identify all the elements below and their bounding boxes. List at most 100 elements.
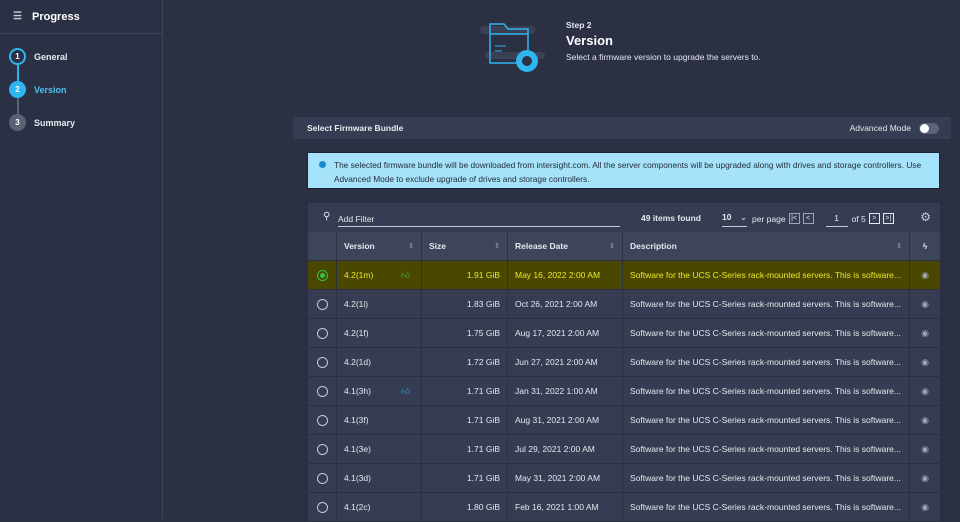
column-release-date[interactable]: Release Date ⇕ [508,232,623,260]
date-cell: May 31, 2021 2:00 AM [515,473,601,483]
page-header: Step 2 Version Select a firmware version… [566,20,761,62]
sort-icon: ⇕ [494,243,500,250]
sort-icon: ⇕ [896,243,902,250]
last-page-button[interactable]: >| [882,213,894,224]
view-eye-icon[interactable]: ◉ [921,270,929,281]
view-eye-icon[interactable]: ◉ [921,299,929,310]
step-number: 1 [9,48,26,65]
date-cell: Aug 31, 2021 2:00 AM [515,415,600,425]
description-cell: Software for the UCS C-Series rack-mount… [630,415,901,425]
size-cell: 1.75 GiB [466,328,500,338]
page-count: of 5 [851,213,866,224]
sort-icon: ⇕ [408,243,414,250]
column-size[interactable]: Size ⇕ [422,232,508,260]
view-eye-icon[interactable]: ◉ [921,473,929,484]
collapse-menu-icon[interactable]: ☰ [13,11,24,22]
table-row[interactable]: 4.2(1f) 1.75 GiB Aug 17, 2021 2:00 AM So… [308,319,940,348]
view-eye-icon[interactable]: ◉ [921,444,929,455]
table-header: Version ⇕ Size ⇕ Release Date ⇕ Description… [308,232,940,261]
step-general[interactable]: 1 General [9,48,68,65]
next-page-button[interactable]: > [868,213,880,224]
row-radio[interactable] [316,327,328,339]
version-cell: 4.1(3h) [344,386,371,396]
date-cell: Feb 16, 2021 1:00 AM [515,502,599,512]
firmware-bundle-bar: Select Firmware Bundle Advanced Mode [293,117,951,139]
progress-sidebar: ☰ Progress 1 General 2 Version 3 Summary [0,0,163,519]
version-cell: 4.2(1i) [344,299,369,309]
info-icon [319,161,326,168]
chevron-down-icon: ⌄ [739,212,747,222]
view-eye-icon[interactable]: ◉ [921,502,929,513]
size-cell: 1.71 GiB [466,415,500,425]
table-row[interactable]: 4.1(3d) 1.71 GiB May 31, 2021 2:00 AM So… [308,464,940,493]
advanced-mode-label: Advanced Mode [849,123,911,133]
step-label: General [34,51,68,62]
view-eye-icon[interactable]: ◉ [921,415,929,426]
description-cell: Software for the UCS C-Series rack-mount… [630,473,901,483]
version-cell: 4.1(3d) [344,473,371,483]
column-version[interactable]: Version ⇕ [337,232,422,260]
per-page-select[interactable]: 10 ⌄ [722,210,747,227]
items-found: 49 items found [641,213,701,223]
date-cell: Jul 29, 2021 2:00 AM [515,444,595,454]
row-radio[interactable] [316,501,328,513]
size-cell: 1.71 GiB [466,473,500,483]
row-radio[interactable] [316,414,328,426]
firmware-folder-gear-icon [480,23,545,72]
table-row[interactable]: 4.1(3e) 1.71 GiB Jul 29, 2021 2:00 AM So… [308,435,940,464]
table-row[interactable]: 4.1(3f) 1.71 GiB Aug 31, 2021 2:00 AM So… [308,406,940,435]
row-radio[interactable] [316,443,328,455]
view-eye-icon[interactable]: ◉ [921,357,929,368]
step-version[interactable]: 2 Version [9,81,67,98]
date-cell: Oct 26, 2021 2:00 AM [515,299,598,309]
row-radio[interactable] [316,298,328,310]
version-cell: 4.1(2c) [344,502,371,512]
filter-input[interactable]: Add Filter [338,210,620,227]
row-radio[interactable] [316,269,328,281]
prev-page-button[interactable]: < [802,213,814,224]
step-summary[interactable]: 3 Summary [9,114,75,131]
date-cell: Jan 31, 2022 1:00 AM [515,386,598,396]
page-input[interactable]: 1 [825,211,848,227]
view-eye-icon[interactable]: ◉ [921,328,929,339]
size-cell: 1.71 GiB [466,444,500,454]
description-cell: Software for the UCS C-Series rack-mount… [630,502,901,512]
step-number: 2 [9,81,26,98]
size-cell: 1.83 GiB [466,299,500,309]
sidebar-header: ☰ Progress [0,0,162,34]
row-radio[interactable] [316,356,328,368]
sort-icon: ⇕ [609,243,615,250]
lightning-icon: ϟ [922,241,928,251]
table-row[interactable]: 4.2(1m) 👍︎ 1.91 GiB May 16, 2022 2:00 AM … [308,261,940,290]
view-eye-icon[interactable]: ◉ [921,386,929,397]
info-text: The selected firmware bundle will be dow… [334,160,922,184]
recommended-thumbs-up-icon: 👍︎ [401,269,410,280]
date-cell: Aug 17, 2021 2:00 AM [515,328,600,338]
description-cell: Software for the UCS C-Series rack-mount… [630,357,901,367]
description-cell: Software for the UCS C-Series rack-mount… [630,328,901,338]
first-page-button[interactable]: |< [788,213,800,224]
info-banner: The selected firmware bundle will be dow… [307,152,940,189]
table-row[interactable]: 4.2(1i) 1.83 GiB Oct 26, 2021 2:00 AM So… [308,290,940,319]
section-title: Select Firmware Bundle [307,123,404,133]
version-cell: 4.1(3e) [344,444,371,454]
size-cell: 1.80 GiB [466,502,500,512]
version-cell: 4.2(1m) [344,270,374,280]
version-cell: 4.1(3f) [344,415,369,425]
row-radio[interactable] [316,472,328,484]
description-cell: Software for the UCS C-Series rack-mount… [630,270,901,280]
step-number: 3 [9,114,26,131]
table-row[interactable]: 4.1(2c) 1.80 GiB Feb 16, 2021 1:00 AM So… [308,493,940,522]
version-cell: 4.2(1f) [344,328,369,338]
recommended-thumbs-up-icon: 👍︎ [401,385,410,396]
settings-gear-icon[interactable]: ⚙ [920,210,931,224]
table-row[interactable]: 4.2(1d) 1.72 GiB Jun 27, 2021 2:00 AM So… [308,348,940,377]
per-page-label: per page [752,213,786,224]
table-row[interactable]: 4.1(3h) 👍︎ 1.71 GiB Jan 31, 2022 1:00 AM … [308,377,940,406]
firmware-table: ⚲ Add Filter 49 items found 10 ⌄ per page… [308,203,940,522]
row-radio[interactable] [316,385,328,397]
description-cell: Software for the UCS C-Series rack-mount… [630,386,901,396]
column-description[interactable]: Description ⇕ [623,232,910,260]
date-cell: Jun 27, 2021 2:00 AM [515,357,598,367]
advanced-mode-toggle[interactable] [919,122,939,134]
